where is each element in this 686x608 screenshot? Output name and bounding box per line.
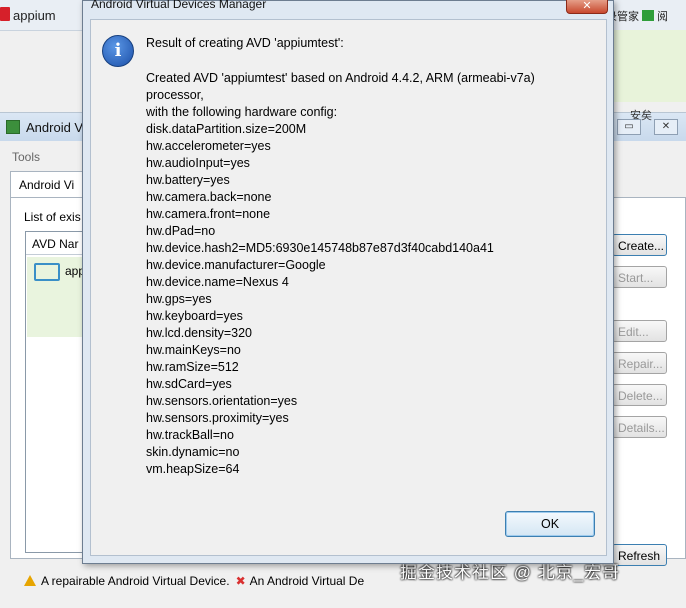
- message-line: hw.ramSize=512: [146, 360, 239, 374]
- browser-side-panel: [610, 30, 686, 102]
- message-line: hw.device.name=Nexus 4: [146, 275, 289, 289]
- delete-button[interactable]: Delete...: [612, 384, 667, 406]
- table-row[interactable]: appi: [27, 257, 88, 337]
- appium-logo-icon: [0, 7, 10, 21]
- browser-tab-title[interactable]: appium: [13, 8, 56, 23]
- message-line: hw.trackBall=no: [146, 428, 234, 442]
- edit-button[interactable]: Edit...: [612, 320, 667, 342]
- create-button[interactable]: Create...: [612, 234, 667, 256]
- message-line: hw.keyboard=yes: [146, 309, 243, 323]
- warning-icon: [24, 575, 36, 586]
- refresh-button[interactable]: Refresh: [612, 544, 667, 566]
- message-line: hw.accelerometer=yes: [146, 139, 271, 153]
- message-line: hw.sensors.orientation=yes: [146, 394, 298, 408]
- error-x-icon: ✖: [235, 574, 246, 588]
- browser-toolbar-right: 录管家阅: [606, 8, 668, 24]
- message-line: vm.heapSize=64: [146, 462, 240, 476]
- avd-list-label: List of exis: [24, 210, 81, 224]
- avd-name-column-header[interactable]: AVD Nar: [26, 232, 86, 255]
- repair-button[interactable]: Repair...: [612, 352, 667, 374]
- book-icon: [642, 10, 654, 21]
- message-line: hw.lcd.density=320: [146, 326, 252, 340]
- device-icon: [34, 263, 60, 281]
- legend-invalid: An Android Virtual De: [249, 574, 365, 588]
- message-line: skin.dynamic=no: [146, 445, 240, 459]
- dialog-close-button[interactable]: ✕: [566, 0, 608, 14]
- message-line: hw.sdCard=yes: [146, 377, 232, 391]
- result-dialog: Android Virtual Devices Manager ✕ i Resu…: [82, 0, 614, 564]
- message-line: Created AVD 'appiumtest' based on Androi…: [146, 71, 535, 85]
- dialog-title: Android Virtual Devices Manager: [91, 0, 267, 11]
- close-button[interactable]: ✕: [654, 119, 678, 135]
- message-line: hw.dPad=no: [146, 224, 216, 238]
- column-header-label: AVD Nar: [32, 237, 79, 251]
- android-app-icon: [6, 120, 20, 134]
- message-line: processor,: [146, 88, 204, 102]
- message-line: hw.device.hash2=MD5:6930e145748b87e87d3f…: [146, 241, 494, 255]
- message-line: disk.dataPartition.size=200M: [146, 122, 307, 136]
- avd-table: AVD Nar appi: [25, 231, 88, 553]
- ok-button[interactable]: OK: [505, 511, 595, 537]
- message-line: with the following hardware config:: [146, 105, 338, 119]
- message-body: Created AVD 'appiumtest' based on Androi…: [146, 70, 535, 478]
- message-line: hw.camera.back=none: [146, 190, 272, 204]
- message-line: hw.battery=yes: [146, 173, 230, 187]
- start-button[interactable]: Start...: [612, 266, 667, 288]
- message-title: Result of creating AVD 'appiumtest':: [146, 36, 344, 50]
- avd-manager-title: Android V: [26, 120, 84, 135]
- message-line: hw.gps=yes: [146, 292, 212, 306]
- info-icon: i: [102, 35, 134, 67]
- maximize-button[interactable]: ▭: [617, 119, 641, 135]
- message-line: hw.mainKeys=no: [146, 343, 241, 357]
- tab-android-virtual-devices[interactable]: Android Vi: [10, 171, 92, 198]
- legend-repairable: A repairable Android Virtual Device.: [41, 574, 230, 588]
- browser-toolbar-text2[interactable]: 阅: [657, 11, 668, 23]
- menu-tools[interactable]: Tools: [12, 150, 40, 164]
- details-button[interactable]: Details...: [612, 416, 667, 438]
- dialog-body: i Result of creating AVD 'appiumtest': C…: [90, 19, 607, 556]
- message-line: hw.camera.front=none: [146, 207, 271, 221]
- tab-label: Android Vi: [19, 178, 75, 192]
- message-line: hw.audioInput=yes: [146, 156, 250, 170]
- message-line: hw.device.manufacturer=Google: [146, 258, 326, 272]
- message-line: hw.sensors.proximity=yes: [146, 411, 289, 425]
